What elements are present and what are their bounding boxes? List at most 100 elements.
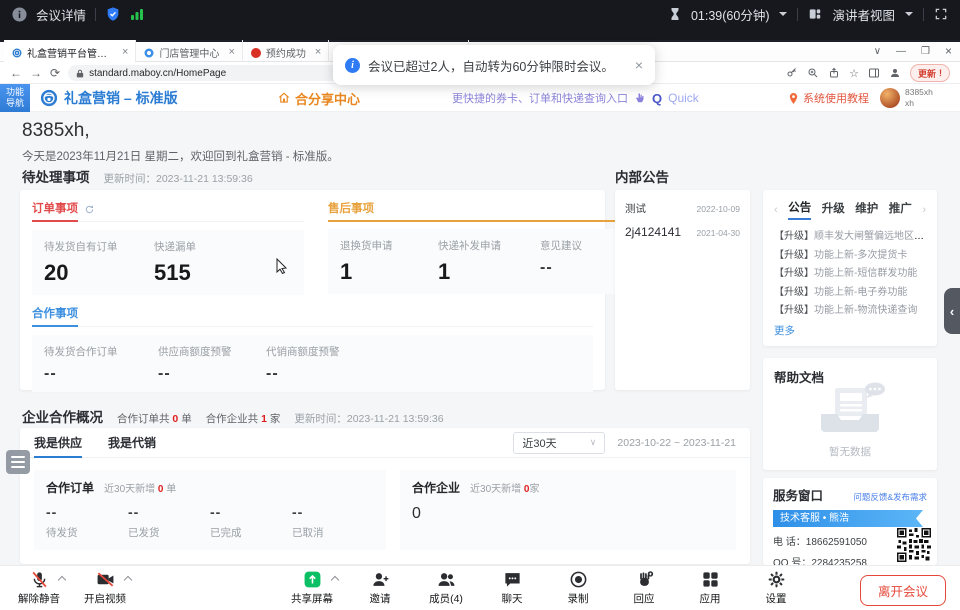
close-tab-icon[interactable]: × bbox=[315, 47, 321, 58]
video-options-caret[interactable] bbox=[124, 576, 132, 584]
url-field[interactable]: standard.maboy.cn/HomePage bbox=[68, 65, 360, 81]
key-icon[interactable] bbox=[786, 67, 798, 79]
tab-i-am-agent[interactable]: 我是代销 bbox=[108, 428, 156, 458]
notice-card: 测试 2022-10-09 2j4124141 2021-04-30 bbox=[615, 190, 750, 390]
order-stat: -- 待发货 bbox=[46, 504, 128, 540]
support-ribbon: 技术客服 • 熊浩 bbox=[773, 510, 923, 527]
bookmark-star-icon[interactable]: ☆ bbox=[849, 67, 859, 80]
announcement-item[interactable]: 【升级】顺丰发大闸蟹偏远地区不成功问... bbox=[774, 228, 926, 247]
stat-label: 意见建议 bbox=[540, 238, 610, 253]
announcement-item[interactable]: 【升级】功能上新-多次提货卡 bbox=[774, 247, 926, 266]
settings-button[interactable]: 设置 bbox=[749, 570, 803, 606]
range-select[interactable]: 近30天 ∨ bbox=[513, 432, 605, 454]
network-signal-icon[interactable] bbox=[130, 7, 144, 21]
share-center-link[interactable]: 合分享中心 bbox=[277, 84, 360, 112]
close-tab-icon[interactable]: × bbox=[122, 47, 128, 58]
view-dropdown-icon[interactable] bbox=[905, 12, 913, 16]
function-nav-tab[interactable]: 功能导航 bbox=[0, 84, 30, 112]
range-dates: 2023-10-22 ~ 2023-11-21 bbox=[617, 437, 736, 449]
coop-section-title: 企业合作概况 bbox=[22, 406, 103, 426]
feedback-link[interactable]: 问题反馈&发布需求 bbox=[853, 491, 927, 503]
close-toast-icon[interactable]: × bbox=[635, 57, 643, 73]
minimize-window-icon[interactable]: — bbox=[896, 46, 906, 57]
announcement-panel: ‹ 公告 升级 维护 推广 › 【升级】顺丰发大闸蟹偏远地区不成功问... 【升… bbox=[763, 190, 937, 346]
meeting-timer[interactable]: 01:39(60分钟) bbox=[691, 5, 770, 24]
user-menu[interactable]: 8385xh xh bbox=[880, 84, 933, 112]
start-video-button[interactable]: 开启视频 bbox=[76, 570, 134, 606]
panel-tab-promo[interactable]: 推广 bbox=[889, 200, 912, 219]
chrome-update-badge[interactable]: 更新! bbox=[910, 64, 950, 82]
announcement-item[interactable]: 【升级】功能上新-电子券功能 bbox=[774, 284, 926, 303]
panel-prev-icon[interactable]: ‹ bbox=[774, 204, 778, 216]
members-button[interactable]: 成员(4) bbox=[419, 570, 473, 606]
view-mode-button[interactable]: 演讲者视图 bbox=[832, 5, 895, 24]
timer-dropdown-icon[interactable] bbox=[779, 12, 787, 16]
stat-label: 供应商额度预警 bbox=[158, 344, 256, 359]
share-screen-button[interactable]: 共享屏幕 bbox=[283, 570, 341, 606]
fullscreen-icon[interactable] bbox=[934, 7, 948, 21]
tab-coop-matters[interactable]: 合作事项 bbox=[32, 305, 78, 327]
tutorial-link[interactable]: 系统使用教程 bbox=[788, 84, 869, 112]
back-icon[interactable]: ← bbox=[10, 67, 22, 79]
forward-icon[interactable]: → bbox=[30, 67, 42, 79]
divider bbox=[95, 8, 96, 21]
side-panel-icon[interactable] bbox=[868, 67, 880, 79]
browser-tab[interactable]: 预约成功 × bbox=[243, 40, 329, 62]
reload-icon[interactable]: ⟳ bbox=[50, 67, 60, 79]
close-tab-icon[interactable]: × bbox=[228, 47, 234, 58]
record-icon bbox=[569, 570, 588, 589]
reaction-button[interactable]: 回应 bbox=[617, 570, 671, 606]
tab-search-icon[interactable]: ∨ bbox=[874, 46, 881, 57]
brand-logo[interactable]: 礼盒营销 – 标准版 bbox=[40, 84, 178, 112]
more-link[interactable]: 更多 bbox=[774, 323, 926, 338]
site-favicon bbox=[251, 48, 261, 58]
panel-next-icon[interactable]: › bbox=[922, 204, 926, 216]
tab-order-matters[interactable]: 订单事项 bbox=[32, 200, 78, 222]
notice-item[interactable]: 测试 2022-10-09 bbox=[625, 201, 740, 216]
panel-tab-notice[interactable]: 公告 bbox=[788, 199, 811, 220]
share-options-caret[interactable] bbox=[331, 576, 339, 584]
floating-menu-widget[interactable] bbox=[6, 450, 30, 474]
notice-text: 2j4124141 bbox=[625, 225, 681, 239]
greeting-text: 8385xh, bbox=[22, 120, 90, 142]
screen-share-icon bbox=[303, 570, 322, 589]
leave-meeting-button[interactable]: 离开会议 bbox=[860, 575, 946, 606]
zoom-icon[interactable] bbox=[807, 67, 819, 79]
info-icon[interactable] bbox=[12, 7, 27, 22]
invite-icon bbox=[371, 570, 390, 589]
panel-tab-upgrade[interactable]: 升级 bbox=[822, 200, 845, 219]
unmute-button[interactable]: 解除静音 bbox=[10, 570, 68, 606]
tab-i-am-supplier[interactable]: 我是供应 bbox=[34, 428, 82, 458]
quick-search[interactable]: 更快捷的券卡、订单和快递查询入口 Q Quick bbox=[452, 84, 699, 112]
browser-tab-active[interactable]: 礼盒营销平台管理中心 × bbox=[4, 40, 136, 62]
brand-title: 礼盒营销 – 标准版 bbox=[64, 88, 178, 108]
invite-button[interactable]: 邀请 bbox=[353, 570, 407, 606]
order-stats: 待发货自有订单 20 快递漏单 515 bbox=[32, 230, 304, 295]
refresh-icon[interactable] bbox=[84, 204, 95, 215]
tab-aftersale-matters[interactable]: 售后事项 bbox=[328, 200, 632, 222]
announcement-item[interactable]: 【升级】功能上新-物流快递查询 bbox=[774, 302, 926, 321]
companies-count: 0 bbox=[412, 505, 724, 523]
mic-options-caret[interactable] bbox=[58, 576, 66, 584]
browser-tab[interactable]: 门店管理中心 × bbox=[136, 40, 242, 62]
camera-off-icon bbox=[96, 570, 115, 589]
apps-button[interactable]: 应用 bbox=[683, 570, 737, 606]
announcement-item[interactable]: 【升级】功能上新-短信群发功能 bbox=[774, 265, 926, 284]
panel-tab-maintain[interactable]: 维护 bbox=[855, 200, 878, 219]
divider bbox=[923, 8, 924, 21]
notice-item[interactable]: 2j4124141 2021-04-30 bbox=[625, 225, 740, 239]
stat-label: 快递漏单 bbox=[154, 239, 234, 254]
meeting-toast: i 会议已超过2人，自动转为60分钟限时会议。 × bbox=[333, 45, 655, 85]
record-button[interactable]: 录制 bbox=[551, 570, 605, 606]
meeting-details-button[interactable]: 会议详情 bbox=[36, 5, 86, 24]
share-icon[interactable] bbox=[828, 67, 840, 79]
restore-window-icon[interactable]: ❐ bbox=[921, 46, 930, 57]
chat-button[interactable]: 聊天 bbox=[485, 570, 539, 606]
profile-icon[interactable] bbox=[889, 67, 901, 79]
service-card: 服务窗口 问题反馈&发布需求 技术客服 • 熊浩 电 话：18662591050… bbox=[763, 478, 937, 565]
brand-logo-icon bbox=[40, 89, 58, 107]
close-window-icon[interactable]: × bbox=[945, 44, 952, 58]
security-shield-icon[interactable] bbox=[105, 6, 121, 22]
url-text: standard.maboy.cn/HomePage bbox=[89, 68, 226, 79]
collapse-panel-handle[interactable]: ‹ bbox=[944, 288, 960, 334]
